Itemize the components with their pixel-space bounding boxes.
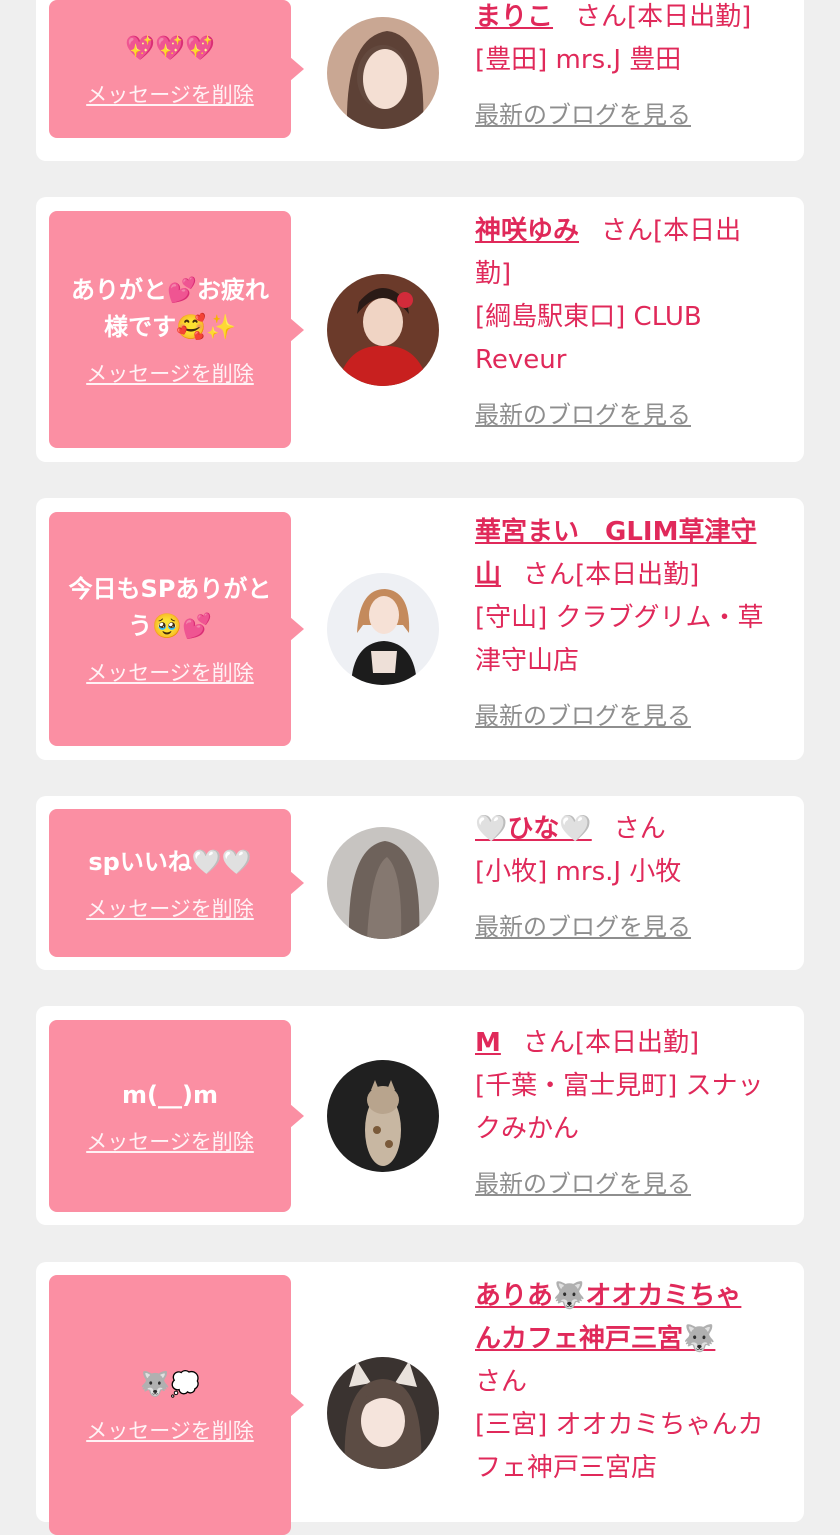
latest-blog-link[interactable]: 最新のブログを見る	[475, 1163, 691, 1206]
status-text: さん	[613, 814, 666, 844]
message-bubble: 💖💖💖 メッセージを削除	[49, 0, 304, 138]
delete-message-link[interactable]: メッセージを削除	[86, 358, 254, 388]
profile-name-link[interactable]: 神咲ゆみ	[475, 216, 579, 246]
message-card: 🐺💭 メッセージを削除 ありあ🐺オオカミちゃ んカフェ神戸三宮🐺 さん [三宮]…	[36, 1262, 804, 1535]
message-bubble: m(__)m メッセージを削除	[49, 1020, 304, 1212]
profile-name-link[interactable]: 🤍ひな🤍	[475, 814, 592, 844]
latest-blog-link[interactable]: 最新のブログを見る	[475, 695, 691, 738]
message-card: spいいね🤍🤍 メッセージを削除 🤍ひな🤍 さん [小牧] mrs.J 小牧 最新…	[36, 796, 804, 970]
message-text: 今日もSPありがと う🥹💕	[68, 575, 272, 640]
message-bubble: 今日もSPありがと う🥹💕 メッセージを削除	[49, 512, 304, 746]
name-line: まりこ さん[本日出勤]	[475, 0, 795, 39]
message-card: 今日もSPありがと う🥹💕 メッセージを削除 華宮まい GLIM草津守 山さん[…	[36, 498, 804, 760]
profile-info: 華宮まい GLIM草津守 山さん[本日出勤] [守山] クラブグリム・草 津守山…	[475, 511, 795, 738]
profile-name-link[interactable]: まりこ	[475, 2, 553, 32]
profile-info: M さん[本日出勤] [千葉・富士見町] スナッ クみかん 最新のブログを見る	[475, 1022, 795, 1206]
name-line: 神咲ゆみ さん[本日出 勤]	[475, 210, 795, 296]
status-text: さん[本日出勤]	[575, 2, 752, 32]
message-card: 💖💖💖 メッセージを削除 まりこ さん[本日出勤] [豊田] mrs.J 豊田 最…	[36, 0, 804, 161]
message-text: 🐺💭	[140, 1369, 200, 1398]
delete-message-link[interactable]: メッセージを削除	[86, 1126, 254, 1156]
shop-text: [綱島駅東口] CLUB Reveur	[475, 302, 702, 375]
latest-blog-link[interactable]: 最新のブログを見る	[475, 394, 691, 437]
delete-message-link[interactable]: メッセージを削除	[86, 893, 254, 923]
shop-text: [千葉・富士見町] スナッ クみかん	[475, 1071, 764, 1144]
shop-text: [豊田] mrs.J 豊田	[475, 45, 682, 75]
avatar[interactable]	[327, 827, 439, 939]
delete-message-link[interactable]: メッセージを削除	[86, 657, 254, 687]
profile-info: ありあ🐺オオカミちゃ んカフェ神戸三宮🐺 さん [三宮] オオカミちゃんカ フェ…	[475, 1275, 795, 1490]
profile-info: まりこ さん[本日出勤] [豊田] mrs.J 豊田 最新のブログを見る	[475, 0, 795, 137]
latest-blog-link[interactable]: 最新のブログを見る	[475, 94, 691, 137]
profile-name-link[interactable]: ありあ🐺オオカミちゃ んカフェ神戸三宮🐺	[475, 1281, 741, 1354]
message-bubble: spいいね🤍🤍 メッセージを削除	[49, 809, 304, 957]
shop-text: [三宮] オオカミちゃんカ フェ神戸三宮店	[475, 1410, 764, 1483]
message-text: m(__)m	[122, 1080, 218, 1109]
avatar[interactable]	[327, 274, 439, 386]
message-card: m(__)m メッセージを削除 M さん[本日出勤] [千葉・富士見町] スナッ …	[36, 1006, 804, 1225]
message-bubble: 🐺💭 メッセージを削除	[49, 1275, 304, 1535]
message-text: spいいね🤍🤍	[88, 847, 252, 876]
delete-message-link[interactable]: メッセージを削除	[86, 79, 254, 109]
avatar[interactable]	[327, 17, 439, 129]
avatar[interactable]	[327, 573, 439, 685]
name-line: M さん[本日出勤]	[475, 1022, 795, 1065]
latest-blog-link[interactable]: 最新のブログを見る	[475, 906, 691, 949]
message-card: ありがと💕お疲れ 様です🥰✨ メッセージを削除 神咲ゆみ さん[本日出 勤] [綱…	[36, 197, 804, 462]
name-line: 華宮まい GLIM草津守 山さん[本日出勤]	[475, 511, 795, 597]
profile-info: 神咲ゆみ さん[本日出 勤] [綱島駅東口] CLUB Reveur 最新のブログ…	[475, 210, 795, 437]
message-bubble: ありがと💕お疲れ 様です🥰✨ メッセージを削除	[49, 211, 304, 448]
avatar[interactable]	[327, 1060, 439, 1172]
name-line: ありあ🐺オオカミちゃ んカフェ神戸三宮🐺	[475, 1275, 795, 1361]
status-text: さん[本日出勤]	[523, 560, 700, 590]
message-text: ありがと💕お疲れ 様です🥰✨	[71, 275, 269, 341]
shop-text: [小牧] mrs.J 小牧	[475, 857, 682, 887]
status-text: さん	[475, 1367, 528, 1397]
name-line: 🤍ひな🤍 さん	[475, 808, 795, 851]
profile-info: 🤍ひな🤍 さん [小牧] mrs.J 小牧 最新のブログを見る	[475, 808, 795, 949]
profile-name-link[interactable]: M	[475, 1028, 501, 1058]
avatar[interactable]	[327, 1357, 439, 1469]
message-text: 💖💖💖	[125, 33, 215, 62]
delete-message-link[interactable]: メッセージを削除	[86, 1415, 254, 1445]
status-text: さん[本日出勤]	[522, 1028, 700, 1058]
shop-text: [守山] クラブグリム・草 津守山店	[475, 603, 764, 676]
